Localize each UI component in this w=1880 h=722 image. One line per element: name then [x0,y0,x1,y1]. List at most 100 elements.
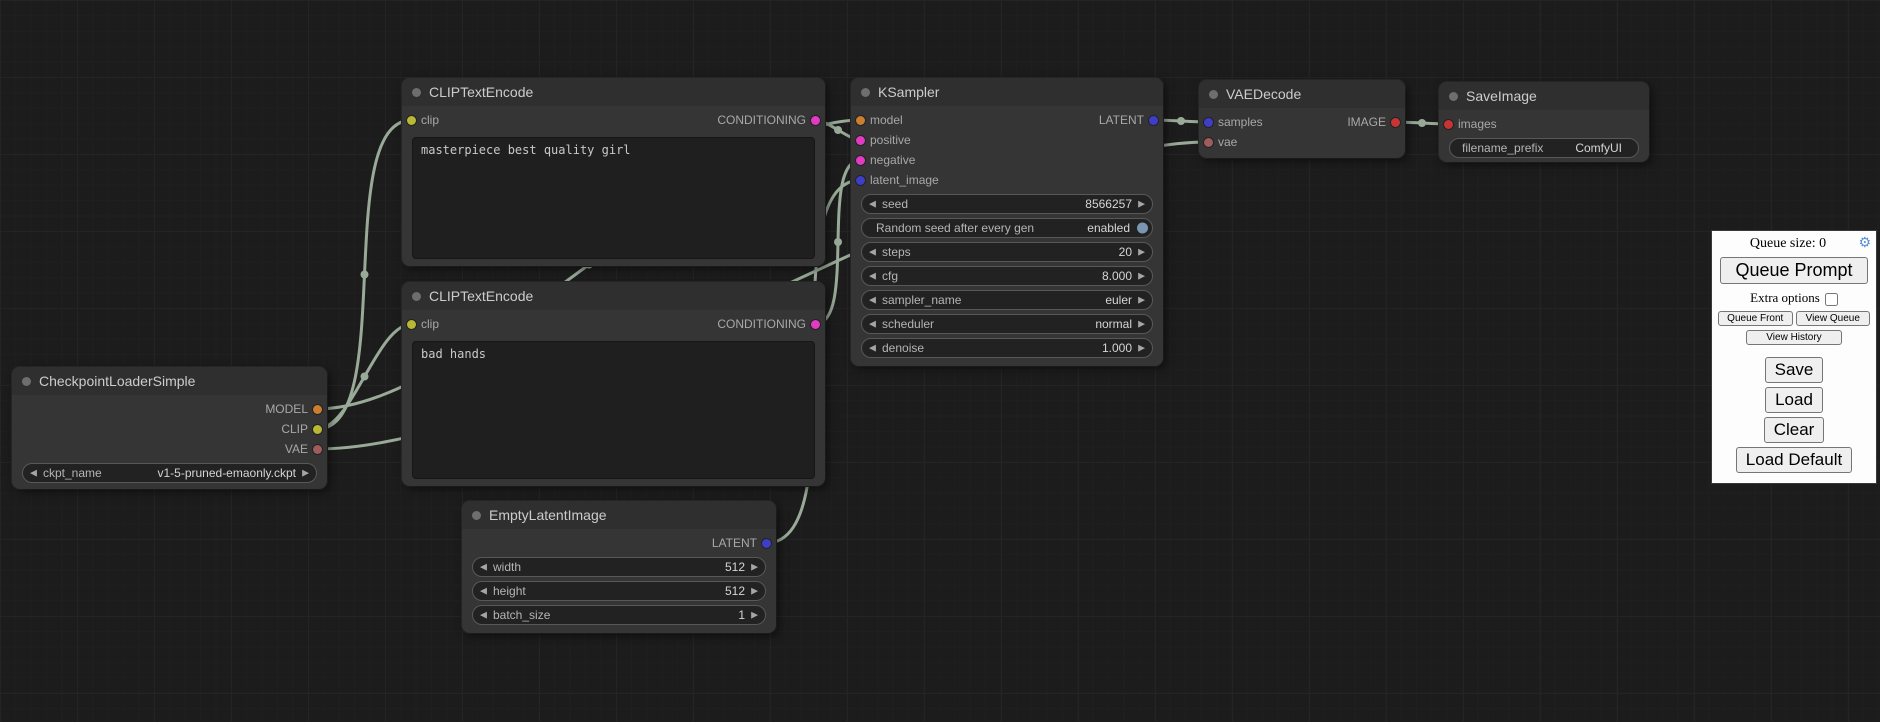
load-default-button[interactable]: Load Default [1736,447,1852,473]
node-title-bar[interactable]: CLIPTextEncode [402,78,825,106]
widget-scheduler[interactable]: ◀▶schedulernormal [861,314,1153,334]
widget-denoise[interactable]: ◀▶denoise1.000 [861,338,1153,358]
toggle-dot[interactable] [1137,223,1148,234]
input-slot-vae[interactable] [1204,138,1213,147]
widget-value: enabled [1087,221,1130,235]
output-slot-conditioning[interactable] [811,116,820,125]
slot-row: LATENT [462,533,776,553]
decrement-arrow-icon[interactable]: ◀ [869,248,876,257]
view-history-button[interactable]: View History [1746,330,1842,345]
settings-gear-icon[interactable]: ⚙ [1858,235,1871,251]
collapse-dot-icon[interactable] [861,88,870,97]
widget-label: height [493,584,526,598]
collapse-dot-icon[interactable] [412,88,421,97]
output-slot-latent[interactable] [762,539,771,548]
node-title-bar[interactable]: EmptyLatentImage [462,501,776,529]
node-title-bar[interactable]: CLIPTextEncode [402,282,825,310]
decrement-arrow-icon[interactable]: ◀ [869,272,876,281]
input-slot-negative[interactable] [856,156,865,165]
decrement-arrow-icon[interactable]: ◀ [480,611,487,620]
node-title-bar[interactable]: VAEDecode [1199,80,1405,108]
input-slot-images[interactable] [1444,120,1453,129]
widget-label: sampler_name [882,293,961,307]
widget-seed[interactable]: ◀▶seed8566257 [861,194,1153,214]
decrement-arrow-icon[interactable]: ◀ [480,563,487,572]
collapse-dot-icon[interactable] [472,511,481,520]
widget-cfg[interactable]: ◀▶cfg8.000 [861,266,1153,286]
increment-arrow-icon[interactable]: ▶ [751,563,758,572]
graph-canvas[interactable]: CheckpointLoaderSimpleMODELCLIPVAE◀▶ckpt… [0,0,1880,722]
output-slot-conditioning[interactable] [811,320,820,329]
decrement-arrow-icon[interactable]: ◀ [869,344,876,353]
node-cliptextencode[interactable]: CLIPTextEncodeclipCONDITIONINGmasterpiec… [402,78,825,266]
collapse-dot-icon[interactable] [412,292,421,301]
output-slot-model[interactable] [313,405,322,414]
node-title-bar[interactable]: CheckpointLoaderSimple [12,367,327,395]
node-checkpointloadersimple[interactable]: CheckpointLoaderSimpleMODELCLIPVAE◀▶ckpt… [12,367,327,489]
increment-arrow-icon[interactable]: ▶ [1138,320,1145,329]
input-slot-latent-image[interactable] [856,176,865,185]
input-slot-samples[interactable] [1204,118,1213,127]
extra-options-checkbox[interactable] [1825,293,1838,306]
widget-sampler-name[interactable]: ◀ ▶ sampler_name euler [861,290,1153,310]
output-slot-latent[interactable] [1149,116,1158,125]
widget-filename-prefix[interactable]: filename_prefixComfyUI [1449,138,1639,158]
widget-batch-size[interactable]: ◀▶batch_size1 [472,605,766,625]
input-slot-label: vae [1218,135,1237,149]
node-title-bar[interactable]: SaveImage [1439,82,1649,110]
queue-prompt-button[interactable]: Queue Prompt [1720,257,1868,284]
node-cliptextencode[interactable]: CLIPTextEncodeclipCONDITIONINGbad hands [402,282,825,486]
node-title-bar[interactable]: KSampler [851,78,1163,106]
decrement-arrow-icon[interactable]: ◀ [869,296,876,305]
increment-arrow-icon[interactable]: ▶ [1138,296,1145,305]
widget-width[interactable]: ◀▶width512 [472,557,766,577]
node-vaedecode[interactable]: VAEDecode samplesIMAGE vae [1199,80,1405,158]
node-ksampler[interactable]: KSamplermodelLATENTpositivenegativelaten… [851,78,1163,366]
increment-arrow-icon[interactable]: ▶ [302,469,309,478]
widget-random-seed-after-every-gen[interactable]: Random seed after every gen enabled [861,218,1153,238]
widget-label: cfg [882,269,898,283]
collapse-dot-icon[interactable] [22,377,31,386]
widget-label: scheduler [882,317,934,331]
widget-value: euler [1105,293,1132,307]
decrement-arrow-icon[interactable]: ◀ [30,469,37,478]
output-slot-vae[interactable] [313,445,322,454]
input-slot-model[interactable] [856,116,865,125]
increment-arrow-icon[interactable]: ▶ [1138,344,1145,353]
widget-label: Random seed after every gen [876,221,1034,235]
slot-row: VAE [12,439,327,459]
output-slot-label: LATENT [712,536,757,550]
prompt-textarea[interactable]: masterpiece best quality girl [412,137,815,259]
output-slot-clip[interactable] [313,425,322,434]
output-slot-image[interactable] [1391,118,1400,127]
widget-steps[interactable]: ◀▶steps20 [861,242,1153,262]
increment-arrow-icon[interactable]: ▶ [1138,272,1145,281]
queue-buttons-row: Queue Front View Queue [1718,311,1870,326]
node-saveimage[interactable]: SaveImageimagesfilename_prefixComfyUI [1439,82,1649,162]
increment-arrow-icon[interactable]: ▶ [751,611,758,620]
node-emptylatentimage[interactable]: EmptyLatentImageLATENT◀▶width512◀▶height… [462,501,776,633]
decrement-arrow-icon[interactable]: ◀ [869,320,876,329]
view-queue-button[interactable]: View Queue [1796,311,1871,326]
input-slot-positive[interactable] [856,136,865,145]
collapse-dot-icon[interactable] [1449,92,1458,101]
input-slot-clip[interactable] [407,116,416,125]
increment-arrow-icon[interactable]: ▶ [1138,200,1145,209]
increment-arrow-icon[interactable]: ▶ [1138,248,1145,257]
slot-row: positive [851,130,1163,150]
widget-height[interactable]: ◀▶height512 [472,581,766,601]
widget-value: ComfyUI [1575,141,1622,155]
clear-button[interactable]: Clear [1764,417,1825,443]
increment-arrow-icon[interactable]: ▶ [751,587,758,596]
save-button[interactable]: Save [1765,357,1824,383]
decrement-arrow-icon[interactable]: ◀ [480,587,487,596]
input-slot-clip[interactable] [407,320,416,329]
node-title-label: EmptyLatentImage [489,507,607,523]
decrement-arrow-icon[interactable]: ◀ [869,200,876,209]
slot-row: samplesIMAGE [1199,112,1405,132]
load-button[interactable]: Load [1765,387,1823,413]
widget-ckpt-name[interactable]: ◀▶ckpt_namev1-5-pruned-emaonly.ckpt [22,463,317,483]
prompt-textarea[interactable]: bad hands [412,341,815,479]
collapse-dot-icon[interactable] [1209,90,1218,99]
queue-front-button[interactable]: Queue Front [1718,311,1793,326]
